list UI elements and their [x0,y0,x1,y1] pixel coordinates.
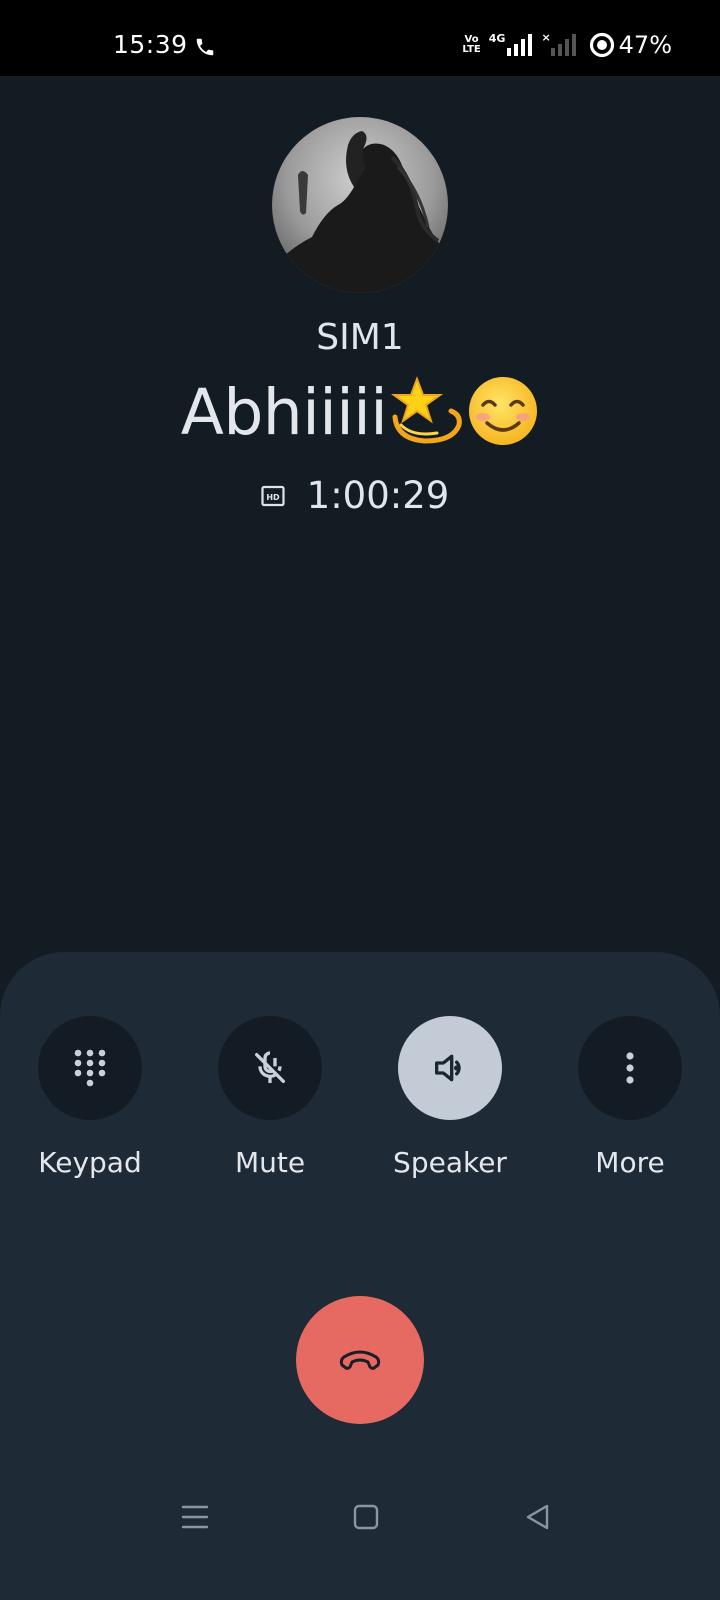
nav-recents-button[interactable] [165,1492,225,1542]
keypad-button[interactable]: Keypad [0,1016,180,1179]
mic-off-icon [255,1051,285,1083]
mute-label: Mute [234,1146,306,1179]
mute-button-circle[interactable] [218,1016,322,1120]
contact-avatar [272,117,448,293]
mute-button[interactable]: Mute [180,1016,360,1179]
status-icons: Vo LTE 4G × 47% [462,28,672,62]
in-call-controls-panel: Keypad Mute Speaker More [0,952,720,1600]
more-button[interactable]: More [540,1016,720,1179]
dialpad-icon [74,1049,106,1087]
svg-text:HD: HD [266,493,280,502]
keypad-button-circle[interactable] [38,1016,142,1120]
back-icon [526,1504,549,1530]
speaker-icon [435,1054,461,1082]
status-bar: 15:39 Vo LTE 4G × 47% [0,0,720,76]
end-call-icon [339,1350,381,1370]
speaker-button-circle[interactable] [398,1016,502,1120]
battery-percent: 47% [618,31,672,59]
call-duration-row: HD 1:00:29 [0,474,720,517]
sim-label: SIM1 [316,317,404,358]
dizzy-star-emoji [391,376,463,444]
nav-home-button[interactable] [336,1492,396,1542]
keypad-label: Keypad [38,1146,142,1179]
status-time: 15:39 [113,30,188,59]
sim2-status: × [541,30,551,44]
network-type: 4G [488,31,506,45]
smiling-face-emoji [469,376,538,445]
call-timer: 1:00:29 [306,474,450,517]
hd-voice-icon: HD [261,485,285,506]
menu-icon [181,1505,209,1529]
more-vert-icon [626,1052,634,1084]
home-icon [353,1504,379,1530]
more-button-circle[interactable] [578,1016,682,1120]
speaker-button[interactable]: Speaker [360,1016,540,1179]
ring-icon [589,32,614,58]
caller-name-text: Abhiiiii [180,376,388,449]
volte-icon: Vo LTE [462,34,481,55]
no-signal-icon [550,34,576,56]
caller-name: Abhiiiii [0,376,720,453]
signal-icon [507,34,533,56]
nav-back-button[interactable] [508,1492,568,1542]
end-call-button[interactable] [296,1296,424,1424]
speaker-label: Speaker [393,1146,507,1179]
more-label: More [595,1146,665,1179]
phone-call-icon [196,38,214,56]
